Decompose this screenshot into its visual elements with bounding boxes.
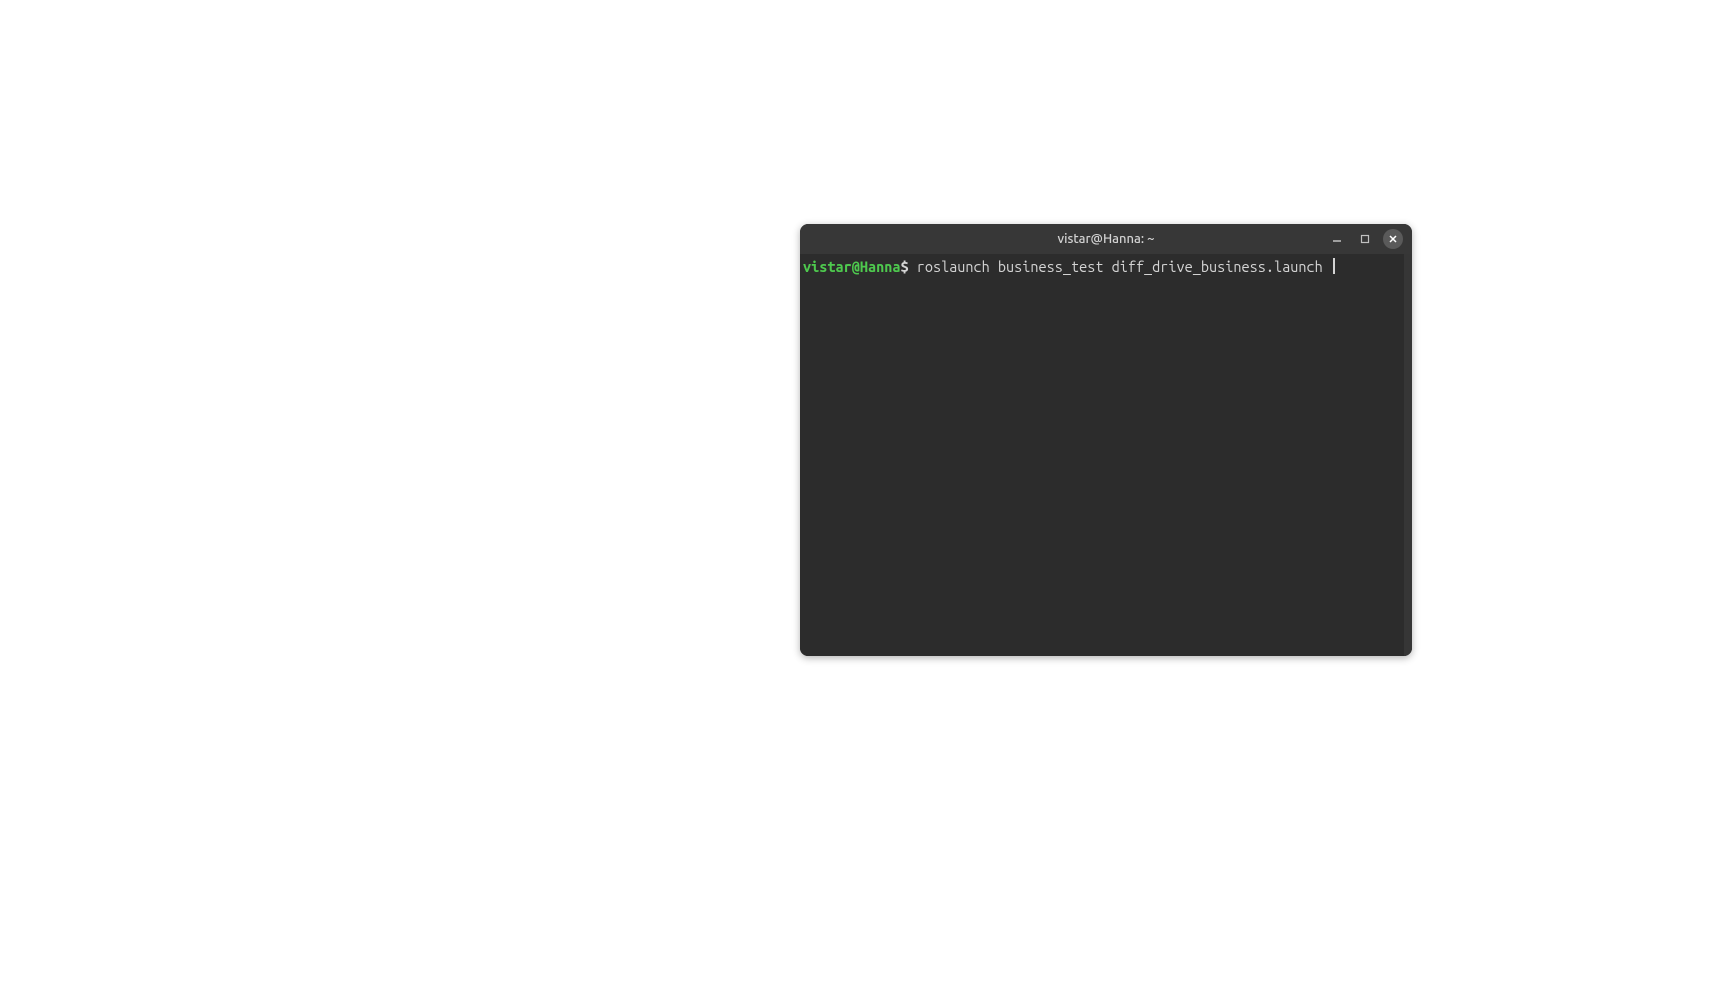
window-title: vistar@Hanna: ~ [1058, 232, 1155, 246]
prompt-symbol: $ [900, 258, 908, 276]
prompt-user-host: vistar@Hanna [803, 258, 900, 276]
terminal-body[interactable]: vistar@Hanna$ roslaunch business_test di… [800, 254, 1412, 656]
scrollbar[interactable] [1404, 254, 1412, 656]
minimize-icon [1332, 234, 1342, 244]
close-button[interactable] [1383, 229, 1403, 249]
minimize-button[interactable] [1323, 226, 1351, 252]
maximize-button[interactable] [1351, 226, 1379, 252]
close-icon [1388, 234, 1398, 244]
window-titlebar[interactable]: vistar@Hanna: ~ [800, 224, 1412, 254]
command-input: roslaunch business_test diff_drive_busin… [917, 258, 1331, 276]
window-controls [1323, 224, 1407, 254]
terminal-line: vistar@Hanna$ roslaunch business_test di… [803, 256, 1409, 276]
text-cursor [1333, 258, 1335, 274]
command-text [909, 258, 917, 276]
terminal-window: vistar@Hanna: ~ vistar@Hanna$ [800, 224, 1412, 656]
maximize-icon [1360, 234, 1370, 244]
